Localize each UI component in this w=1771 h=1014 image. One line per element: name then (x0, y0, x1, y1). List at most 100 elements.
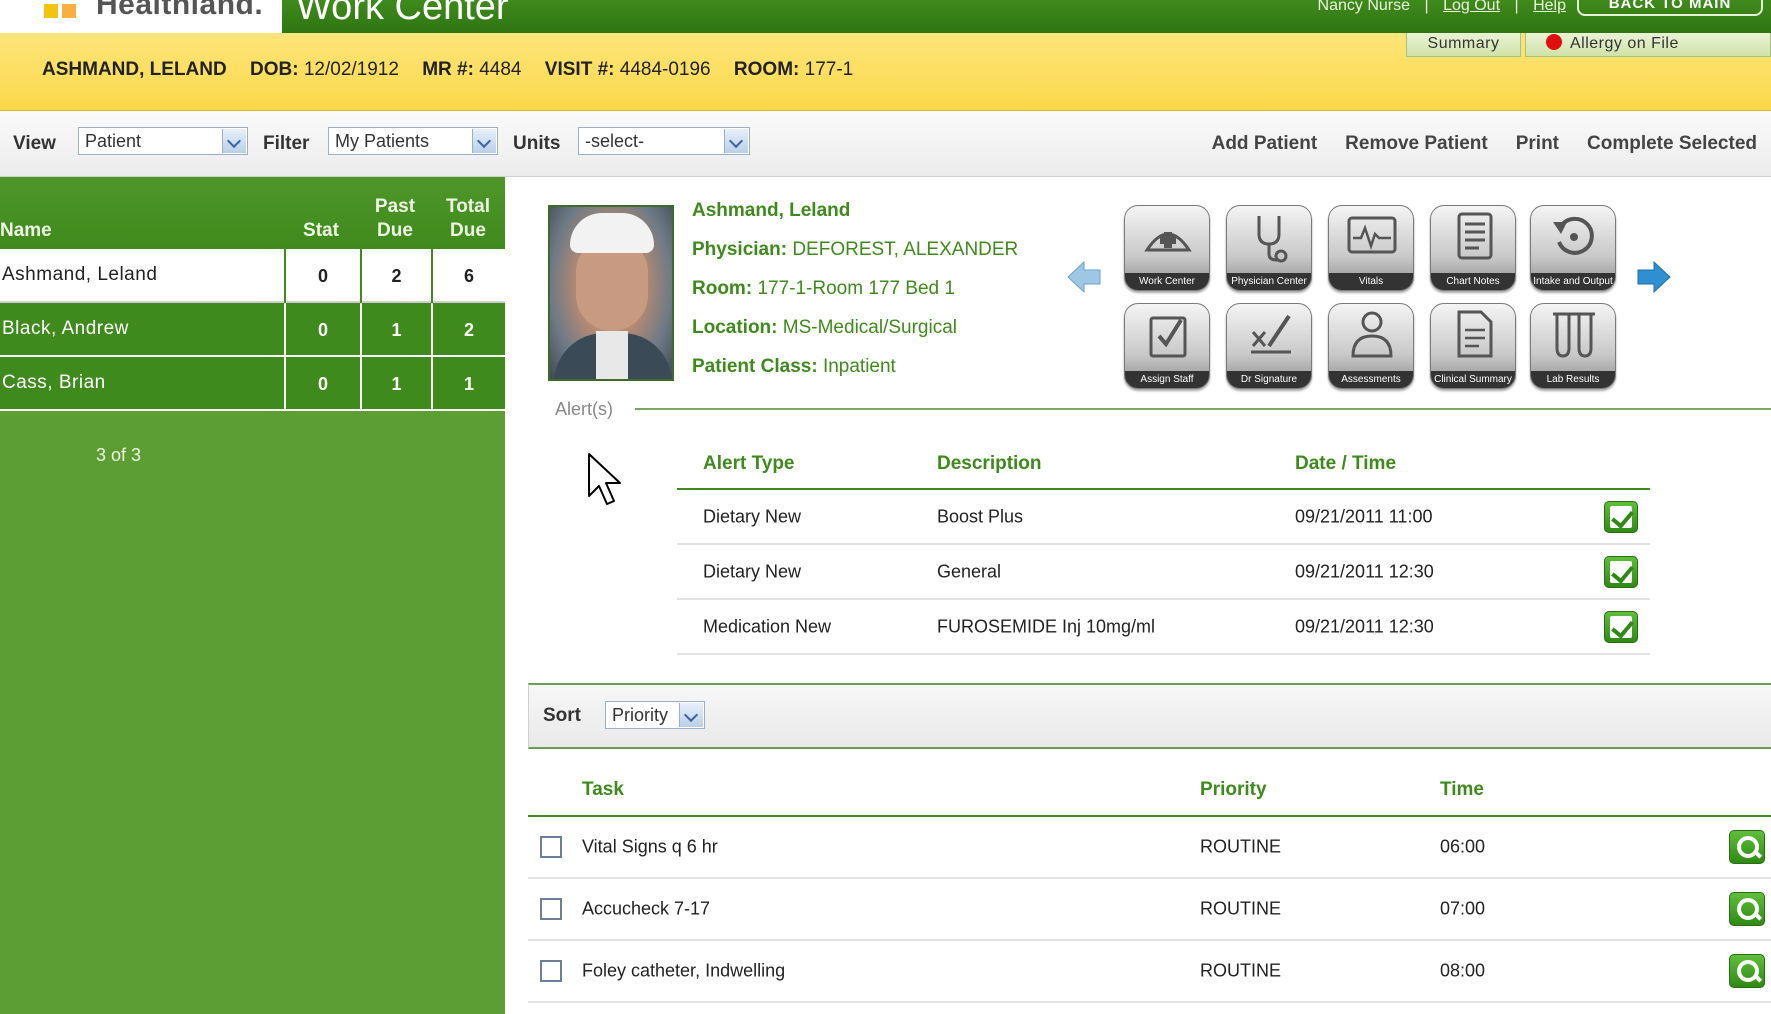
col-alert-type: Alert Type (703, 453, 795, 474)
magnifier-icon[interactable] (1729, 830, 1765, 864)
icon-label: Physician Center (1227, 273, 1311, 290)
help-link[interactable]: Help (1533, 0, 1566, 14)
nurse-cap-icon (1144, 232, 1192, 252)
tab-allergy[interactable]: Allergy on File (1525, 33, 1771, 57)
alert-date: 09/21/2011 11:00 (1295, 506, 1433, 526)
assign-staff-button[interactable]: Assign Staff (1124, 303, 1210, 389)
logout-link[interactable]: Log Out (1443, 0, 1500, 14)
task-checkbox[interactable] (540, 898, 562, 920)
total-due-count: 6 (431, 249, 505, 303)
patient-class-value: Inpatient (822, 356, 896, 377)
patient-row[interactable]: Cass, Brian 0 1 1 (0, 357, 505, 411)
patient-details: Ashmand, Leland Physician: DEFOREST, ALE… (692, 197, 1018, 392)
vitals-button[interactable]: Vitals (1328, 205, 1414, 291)
units-select[interactable]: -select- (578, 127, 750, 155)
col-past-due: Past Due (362, 195, 428, 243)
person-icon (1351, 311, 1393, 358)
chevron-down-icon[interactable] (222, 129, 246, 153)
magnifier-icon[interactable] (1729, 892, 1765, 926)
assessments-button[interactable]: Assessments (1328, 303, 1414, 389)
top-bar: Healthland. Work Center Nancy Nurse | Lo… (0, 0, 1771, 33)
patient-list-panel: Name Stat Past Due Total Due Ashmand, Le… (0, 177, 505, 1014)
acknowledge-check-icon[interactable] (1604, 500, 1638, 533)
alerts-header: Alert Type Description Date / Time (677, 440, 1650, 490)
patient-photo (548, 205, 674, 381)
patient-detail-name: Ashmand, Leland (692, 200, 851, 221)
chart-notes-button[interactable]: Chart Notes (1430, 205, 1516, 291)
arrow-right-icon[interactable] (1636, 260, 1672, 294)
visit-value: 4484-0196 (619, 59, 711, 80)
alert-type: Dietary New (703, 561, 802, 581)
monitor-icon (1347, 216, 1397, 254)
separator: | (1424, 0, 1429, 14)
back-to-main-button[interactable]: BACK TO MAIN (1577, 0, 1763, 16)
task-priority: ROUTINE (1200, 836, 1281, 857)
arrow-left-icon[interactable] (1066, 260, 1102, 294)
logo: Healthland. (0, 0, 282, 33)
stethoscope-icon (1257, 216, 1288, 263)
past-due-count: 1 (360, 357, 431, 411)
allergy-alert-icon (1546, 34, 1562, 50)
col-date-time: Date / Time (1295, 453, 1397, 474)
acknowledge-check-icon[interactable] (1604, 555, 1638, 588)
chevron-down-icon[interactable] (472, 129, 496, 153)
tab-summary[interactable]: Summary (1406, 33, 1521, 57)
intake-output-button[interactable]: Intake and Output (1530, 205, 1616, 291)
sort-select-value: Priority (612, 705, 669, 725)
alerts-caption: Alert(s) (555, 399, 613, 419)
task-checkbox[interactable] (540, 836, 562, 858)
past-due-count: 1 (360, 303, 431, 357)
banner-patient-name: ASHMAND, LELAND (42, 59, 227, 80)
physician-center-button[interactable]: Physician Center (1226, 205, 1312, 291)
task-time: 06:00 (1440, 836, 1486, 857)
col-task: Task (582, 779, 624, 800)
add-patient-button[interactable]: Add Patient (1212, 133, 1318, 155)
acknowledge-check-icon[interactable] (1604, 610, 1638, 643)
sort-label: Sort (543, 705, 581, 726)
col-description: Description (937, 453, 1042, 474)
chevron-down-icon[interactable] (724, 129, 748, 153)
checklist-icon (1149, 316, 1187, 358)
patient-row[interactable]: Ashmand, Leland 0 2 6 (0, 249, 505, 303)
chevron-down-icon[interactable] (679, 703, 703, 727)
stat-count: 0 (284, 303, 360, 357)
dr-signature-button[interactable]: Dr Signature (1226, 303, 1312, 389)
patient-row[interactable]: Black, Andrew 0 1 2 (0, 303, 505, 357)
mr-label: MR #: (422, 59, 474, 80)
alert-description: Boost Plus (937, 506, 1024, 526)
alert-row: Dietary New Boost Plus 09/21/2011 11:00 (677, 490, 1650, 545)
task-priority: ROUTINE (1200, 898, 1281, 919)
icon-label: Vitals (1329, 273, 1413, 290)
filter-select[interactable]: My Patients (328, 127, 498, 155)
patient-name: Black, Andrew (2, 318, 129, 339)
lab-results-button[interactable]: Lab Results (1530, 303, 1616, 389)
allergy-label: Allergy on File (1570, 35, 1679, 52)
alert-date: 09/21/2011 12:30 (1295, 561, 1434, 581)
sort-select[interactable]: Priority (605, 701, 705, 729)
mouse-cursor-icon (588, 453, 621, 505)
visit-label: VISIT #: (544, 59, 615, 80)
patient-class-label: Patient Class: (692, 356, 818, 377)
remove-patient-button[interactable]: Remove Patient (1345, 133, 1488, 155)
task-checkbox[interactable] (540, 960, 562, 982)
alert-row: Dietary New General 09/21/2011 12:30 (677, 545, 1650, 600)
sort-bar: Sort Priority (528, 683, 1771, 749)
clinical-summary-button[interactable]: Clinical Summary (1430, 303, 1516, 389)
col-total-due: Total Due (433, 195, 503, 243)
dob-value: 12/02/1912 (303, 59, 399, 80)
complete-selected-button[interactable]: Complete Selected (1587, 133, 1757, 155)
total-due-count: 2 (431, 303, 505, 357)
view-select-value: Patient (85, 131, 142, 151)
icon-label: Assessments (1329, 371, 1413, 388)
past-due-count: 2 (360, 249, 431, 303)
col-name: Name (0, 220, 52, 241)
view-select[interactable]: Patient (78, 127, 248, 155)
magnifier-icon[interactable] (1729, 954, 1765, 988)
logo-icon (44, 4, 76, 18)
icon-label: Lab Results (1531, 371, 1615, 388)
print-button[interactable]: Print (1516, 133, 1559, 155)
task-time: 08:00 (1440, 960, 1486, 981)
work-center-button[interactable]: Work Center (1124, 205, 1210, 291)
icon-label: Dr Signature (1227, 371, 1311, 388)
alert-row: Medication New FUROSEMIDE Inj 10mg/ml 09… (677, 600, 1650, 655)
